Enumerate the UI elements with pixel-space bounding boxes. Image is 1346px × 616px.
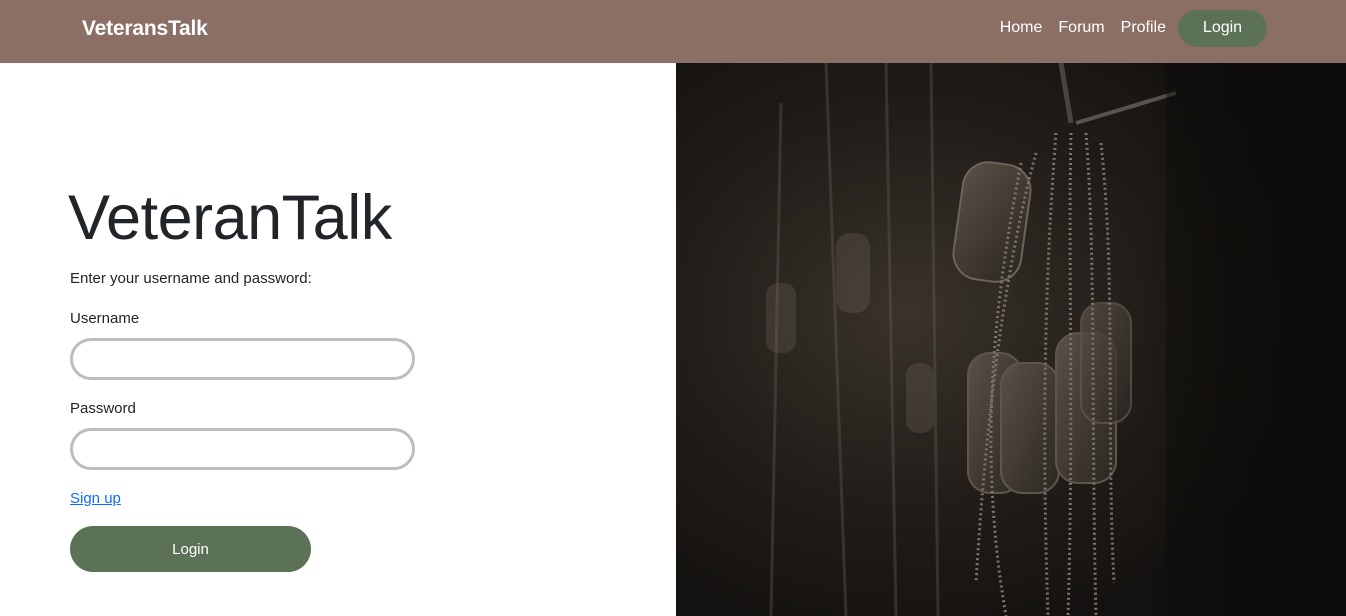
nav-login-button[interactable]: Login bbox=[1178, 9, 1267, 47]
nav-links: Home Forum Profile Login bbox=[984, 9, 1267, 47]
login-instructions: Enter your username and password: bbox=[70, 270, 312, 287]
login-button[interactable]: Login bbox=[70, 526, 311, 572]
dog-tags-photo bbox=[676, 63, 1346, 616]
nav-link-forum[interactable]: Forum bbox=[1058, 19, 1104, 37]
page-title: VeteranTalk bbox=[68, 183, 392, 253]
brand-logo[interactable]: VeteransTalk bbox=[82, 17, 208, 41]
login-panel: VeteranTalk Enter your username and pass… bbox=[0, 63, 676, 616]
password-label: Password bbox=[70, 400, 136, 417]
hero-image bbox=[676, 63, 1346, 616]
signup-link[interactable]: Sign up bbox=[70, 490, 121, 507]
nav-link-profile[interactable]: Profile bbox=[1121, 19, 1166, 37]
username-input[interactable] bbox=[70, 338, 415, 380]
password-input[interactable] bbox=[70, 428, 415, 470]
top-navbar: VeteransTalk Home Forum Profile Login bbox=[0, 0, 1346, 63]
nav-link-home[interactable]: Home bbox=[1000, 19, 1043, 37]
username-label: Username bbox=[70, 310, 140, 327]
